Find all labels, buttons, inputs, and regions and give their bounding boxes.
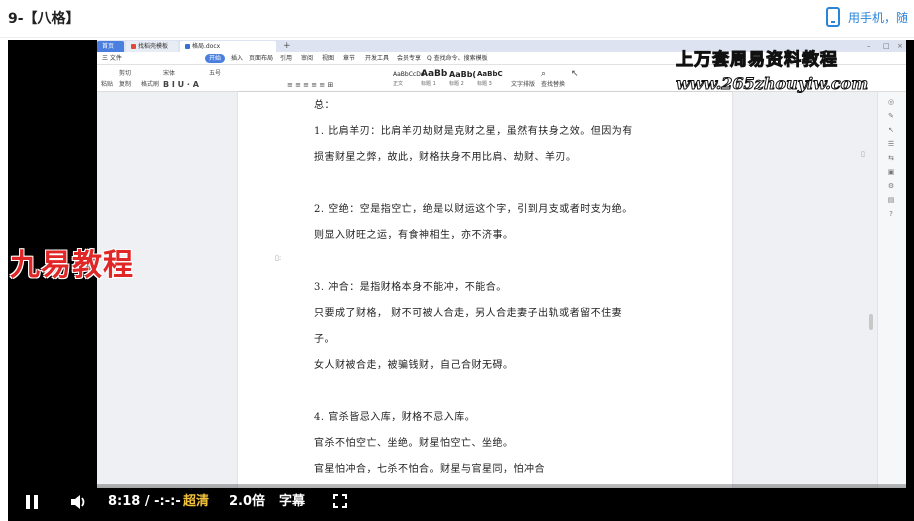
watermark-top-line2: www.265zhouyiw.com <box>675 74 869 94</box>
doc-line: 4. 官杀皆忌入库，财格不忌入库。 <box>314 412 476 423</box>
rail-tool-icon: ◎ <box>887 98 895 106</box>
rail-image-icon: ▣ <box>887 168 895 176</box>
wps-tab-label: 首页 <box>102 43 115 50</box>
doc-line: 官杀不怕空亡、坐绝。财星怕空亡、坐绝。 <box>314 438 514 449</box>
menu-developer: 开发工具 <box>365 55 390 62</box>
phone-icon <box>826 7 840 27</box>
paragraph-align-group: ≡ ≡ ≡ ≡ ≡ ⊞ <box>287 81 334 89</box>
style-sample: AaBb( <box>449 70 477 79</box>
doc-line: 总： <box>314 100 335 111</box>
page-title: 9-【八格】 <box>8 11 80 27</box>
new-tab-icon: + <box>283 41 291 51</box>
template-icon <box>131 44 136 49</box>
style-heading-1: AaBb 标题 1 <box>421 69 447 89</box>
close-icon: × <box>897 42 903 50</box>
copy-button: 复制 <box>119 81 132 88</box>
menu-member: 会员专享 <box>397 55 422 62</box>
subtitle-button[interactable]: 字幕 <box>279 494 305 510</box>
menu-search: Q 查找命令、搜索模板 <box>427 55 488 62</box>
cut-button: 剪切 <box>119 70 132 77</box>
video-frame[interactable]: 首页 找稻壳模板 格局.docx + – □ × 三 文件 开始 插入 页面布局… <box>97 40 906 488</box>
wps-tab-document: 格局.docx <box>180 41 276 52</box>
watermark-left: 九易教程 <box>10 248 134 283</box>
doc-line: 损害财星之弊，故此，财格扶身不用比肩、劫财、羊刃。 <box>314 152 577 163</box>
text-layout-button: 文字排版 <box>511 81 536 88</box>
menu-file: 三 文件 <box>102 55 122 62</box>
select-cursor-icon: ↖ <box>571 69 579 79</box>
wps-tab-home: 首页 <box>97 41 124 52</box>
doc-line: 女人财被合走，被骗钱财，自己合财无碍。 <box>314 360 514 371</box>
minimize-icon: – <box>867 42 871 50</box>
pause-icon[interactable] <box>26 495 38 509</box>
style-normal: AaBbCcDd 正文 <box>393 69 425 89</box>
style-label: 标题 2 <box>449 81 464 87</box>
watch-on-phone-link[interactable]: 用手机，随 <box>826 6 908 28</box>
doc-line: 官星怕冲合，七杀不怕合。财星与官星同，怕冲合 <box>314 464 545 475</box>
doc-line: 子。 <box>314 334 335 345</box>
rail-edit-icon: ✎ <box>888 112 894 120</box>
bold-italic-underline: B I U · A <box>163 80 199 89</box>
player-controls: 8:18 / -:-:- 超清 2.0倍 字幕 <box>8 484 914 521</box>
menu-view: 视图 <box>322 55 335 62</box>
scroll-marker-icon: ▯ <box>861 150 865 158</box>
volume-icon[interactable] <box>69 493 87 515</box>
menu-review: 审阅 <box>301 55 314 62</box>
style-heading-2: AaBb( 标题 2 <box>449 69 476 89</box>
maximize-icon: □ <box>883 42 890 50</box>
menu-insert: 插入 <box>231 55 244 62</box>
menu-page-layout: 页面布局 <box>249 55 274 62</box>
style-label: 标题 1 <box>421 81 436 87</box>
doc-line: 3. 冲合：是指财格本身不能冲，不能合。 <box>314 282 507 293</box>
paragraph-mark-icon: ▯: <box>275 254 282 262</box>
paste-button: 粘贴 <box>101 81 114 88</box>
video-player[interactable]: 首页 找稻壳模板 格局.docx + – □ × 三 文件 开始 插入 页面布局… <box>8 40 914 521</box>
word-doc-icon <box>185 44 190 49</box>
doc-scroll-thumb <box>869 314 873 330</box>
style-sample: AaBbC <box>477 70 503 78</box>
menu-home: 开始 <box>205 54 226 63</box>
style-label: 标题 3 <box>477 81 492 87</box>
format-painter-button: 格式刷 <box>141 81 160 88</box>
quality-button[interactable]: 超清 <box>183 494 209 510</box>
rail-format-icon: ☰ <box>887 140 895 148</box>
rail-settings-icon: ⚙ <box>887 182 895 190</box>
rail-comment-icon: ▤ <box>887 196 895 204</box>
menu-chapter: 章节 <box>343 55 356 62</box>
wps-tab-label: 找稻壳模板 <box>138 43 169 50</box>
wps-tab-templates: 找稻壳模板 <box>126 41 178 52</box>
font-select: 宋体 <box>163 70 176 77</box>
phone-link-label: 用手机，随 <box>848 10 909 25</box>
search-icon: ⌕ <box>541 69 547 79</box>
style-sample: AaBb <box>421 69 448 79</box>
rail-help-icon: ? <box>889 210 893 218</box>
rail-cursor-icon: ↖ <box>888 126 894 134</box>
doc-line: 则显入财旺之运，有食神相生，亦不济事。 <box>314 230 514 241</box>
fullscreen-icon[interactable] <box>333 494 347 508</box>
doc-line: 2. 空绝：空是指空亡，绝是以财运这个字，引到月支或者时支为绝。 <box>314 204 633 215</box>
wps-tab-label: 格局.docx <box>192 43 221 50</box>
font-size-select: 五号 <box>209 70 222 77</box>
doc-line: 1. 比肩羊刃：比肩羊刃劫财是克财之星，虽然有扶身之效。但因为有 <box>314 126 633 137</box>
speed-button[interactable]: 2.0倍 <box>229 494 265 510</box>
style-sample: AaBbCcDd <box>393 71 425 78</box>
time-display: 8:18 / -:-:- <box>108 494 181 509</box>
wps-right-rail: ◎ ✎ ↖ ☰ ⇆ ▣ ⚙ ▤ ? <box>877 92 906 488</box>
watermark-top-line1: 上万套周易资料教程 <box>676 50 838 71</box>
find-replace-button: 查找替换 <box>541 81 566 88</box>
style-label: 正文 <box>393 81 404 87</box>
page-header: 9-【八格】 用手机，随 <box>0 0 914 38</box>
rail-share-icon: ⇆ <box>888 154 894 162</box>
menu-references: 引用 <box>280 55 293 62</box>
document-area: 总： 1. 比肩羊刃：比肩羊刃劫财是克财之星，虽然有扶身之效。但因为有 损害财星… <box>97 92 906 488</box>
doc-line: 只要成了财格， 财不可被人合走，另人合走妻子出轨或者留不住妻 <box>314 308 623 319</box>
style-heading-3: AaBbC 标题 3 <box>477 69 503 89</box>
document-page: 总： 1. 比肩羊刃：比肩羊刃劫财是克财之星，虽然有扶身之效。但因为有 损害财星… <box>238 92 732 488</box>
